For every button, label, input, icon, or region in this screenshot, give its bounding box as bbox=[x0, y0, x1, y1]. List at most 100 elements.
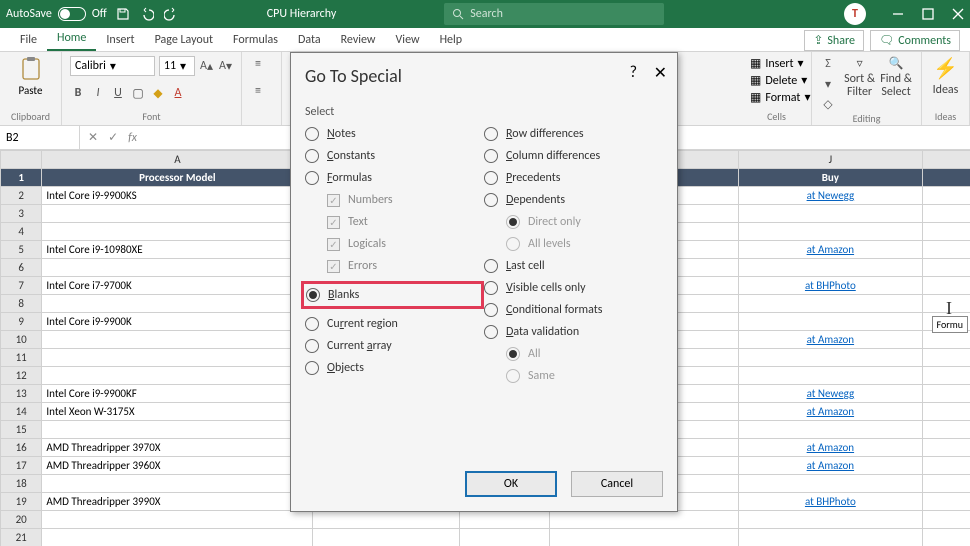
cell-link[interactable] bbox=[738, 205, 922, 223]
row-header[interactable]: 1 bbox=[1, 169, 42, 187]
font-color-button[interactable]: A bbox=[170, 85, 186, 101]
italic-button[interactable]: I bbox=[90, 85, 106, 101]
option-text[interactable]: ✓Text bbox=[327, 215, 484, 229]
row-header[interactable]: 4 bbox=[1, 223, 42, 241]
cell[interactable]: Intel Xeon W-3175X bbox=[42, 403, 313, 421]
option-constants[interactable]: Constants bbox=[305, 149, 484, 163]
tab-data[interactable]: Data bbox=[288, 29, 331, 51]
cell-link[interactable]: at Amazon bbox=[738, 403, 922, 421]
cell[interactable]: AMD Threadripper 3990X bbox=[42, 493, 313, 511]
row-header[interactable]: 14 bbox=[1, 403, 42, 421]
cell-link[interactable] bbox=[738, 295, 922, 313]
cell-link[interactable] bbox=[738, 313, 922, 331]
row-header[interactable]: 3 bbox=[1, 205, 42, 223]
option-objects[interactable]: Objects bbox=[305, 361, 484, 375]
option-last-cell[interactable]: Last cell bbox=[484, 259, 663, 273]
format-cells-button[interactable]: ▦Format▾ bbox=[750, 90, 803, 105]
cell[interactable] bbox=[923, 367, 970, 385]
row-header[interactable]: 18 bbox=[1, 475, 42, 493]
clear-icon[interactable]: ◇ bbox=[820, 96, 836, 112]
col-header[interactable]: A bbox=[42, 151, 313, 169]
option-current-region[interactable]: Current region bbox=[305, 317, 484, 331]
tab-help[interactable]: Help bbox=[430, 29, 473, 51]
ok-button[interactable]: OK bbox=[465, 471, 557, 497]
cell[interactable]: 8/8 bbox=[923, 277, 970, 295]
option-blanks[interactable]: Blanks bbox=[306, 288, 443, 302]
cell[interactable]: Intel Core i9-9900K bbox=[42, 313, 313, 331]
option-logicals[interactable]: ✓Logicals bbox=[327, 237, 484, 251]
cell[interactable]: Intel Core i9-10980XE bbox=[42, 241, 313, 259]
bold-button[interactable]: B bbox=[70, 85, 86, 101]
comments-button[interactable]: 🗨Comments bbox=[870, 30, 960, 51]
tab-home[interactable]: Home bbox=[47, 27, 96, 51]
row-header[interactable]: 13 bbox=[1, 385, 42, 403]
cell-link[interactable]: at Amazon bbox=[738, 439, 922, 457]
cell-link[interactable]: at Amazon bbox=[738, 331, 922, 349]
tab-review[interactable]: Review bbox=[331, 29, 386, 51]
cell[interactable]: 8/16 bbox=[923, 187, 970, 205]
increase-font-icon[interactable]: A▴ bbox=[199, 58, 214, 74]
cell[interactable] bbox=[550, 529, 738, 546]
row-header[interactable]: 17 bbox=[1, 457, 42, 475]
col-header[interactable]: J bbox=[738, 151, 922, 169]
option-formulas[interactable]: Formulas bbox=[305, 171, 484, 185]
find-select-button[interactable]: 🔍 Find & Select bbox=[879, 56, 913, 99]
cell-link[interactable] bbox=[738, 421, 922, 439]
option-errors[interactable]: ✓Errors bbox=[327, 259, 484, 273]
option-current-array[interactable]: Current array bbox=[305, 339, 484, 353]
cell[interactable] bbox=[42, 259, 313, 277]
corner-cell[interactable] bbox=[1, 151, 42, 169]
option-numbers[interactable]: ✓Numbers bbox=[327, 193, 484, 207]
autosave-toggle[interactable]: AutoSave Off bbox=[6, 7, 107, 21]
cell[interactable] bbox=[923, 223, 970, 241]
cell-link[interactable] bbox=[738, 475, 922, 493]
option-column-differences[interactable]: Column differences bbox=[484, 149, 663, 163]
accept-formula-icon[interactable]: ✓ bbox=[108, 130, 118, 145]
row-header[interactable]: 11 bbox=[1, 349, 42, 367]
cell[interactable] bbox=[42, 223, 313, 241]
delete-cells-button[interactable]: ▦Delete▾ bbox=[750, 73, 803, 88]
cancel-formula-icon[interactable]: ✕ bbox=[88, 130, 98, 145]
align-icon2[interactable]: ≡ bbox=[250, 83, 266, 99]
cell-link[interactable]: at Newegg bbox=[738, 187, 922, 205]
row-header[interactable]: 19 bbox=[1, 493, 42, 511]
paste-button[interactable]: Paste bbox=[8, 56, 53, 97]
tab-view[interactable]: View bbox=[386, 29, 430, 51]
redo-icon[interactable] bbox=[163, 6, 179, 22]
font-size-select[interactable]: 11▾ bbox=[159, 56, 195, 76]
search-input[interactable] bbox=[470, 7, 656, 21]
underline-button[interactable]: U bbox=[110, 85, 126, 101]
cell-link[interactable] bbox=[738, 259, 922, 277]
share-button[interactable]: ⇪Share bbox=[804, 30, 864, 51]
help-icon[interactable]: ? bbox=[630, 63, 637, 82]
cell[interactable] bbox=[923, 511, 970, 529]
name-box[interactable]: B2 bbox=[0, 126, 80, 149]
cell[interactable]: Intel Core i7-9700K bbox=[42, 277, 313, 295]
cell-link[interactable]: at BHPhoto bbox=[738, 277, 922, 295]
cell[interactable] bbox=[42, 367, 313, 385]
tab-insert[interactable]: Insert bbox=[96, 29, 144, 51]
cell[interactable] bbox=[923, 205, 970, 223]
cell[interactable]: 8/16 bbox=[923, 385, 970, 403]
cell[interactable] bbox=[923, 529, 970, 546]
cell-link[interactable]: at Amazon bbox=[738, 241, 922, 259]
cell[interactable] bbox=[42, 349, 313, 367]
row-header[interactable]: 6 bbox=[1, 259, 42, 277]
cell[interactable] bbox=[42, 205, 313, 223]
fx-icon[interactable]: fx bbox=[128, 131, 137, 145]
maximize-icon[interactable] bbox=[922, 8, 934, 20]
col-header[interactable]: K bbox=[923, 151, 970, 169]
cell[interactable] bbox=[42, 529, 313, 546]
align-icon[interactable]: ≡ bbox=[250, 56, 266, 72]
tab-page-layout[interactable]: Page Layout bbox=[145, 29, 223, 51]
cell[interactable] bbox=[42, 421, 313, 439]
row-header[interactable]: 7 bbox=[1, 277, 42, 295]
cell[interactable] bbox=[313, 511, 460, 529]
cell-link[interactable] bbox=[738, 511, 922, 529]
cell[interactable] bbox=[923, 349, 970, 367]
cell[interactable] bbox=[923, 259, 970, 277]
cell[interactable]: 18/36 bbox=[923, 241, 970, 259]
undo-icon[interactable] bbox=[139, 6, 155, 22]
row-header[interactable]: 12 bbox=[1, 367, 42, 385]
avatar[interactable]: T bbox=[844, 3, 866, 25]
